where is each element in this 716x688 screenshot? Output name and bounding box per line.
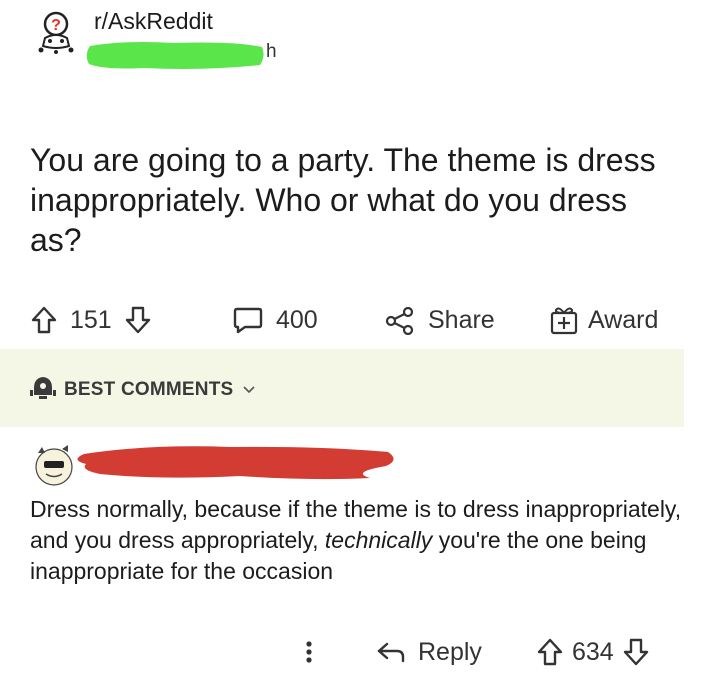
post-action-bar: 151 400 Share Award: [0, 298, 716, 342]
rocket-icon: [30, 375, 56, 404]
reply-button[interactable]: Reply: [376, 630, 482, 674]
comment-action-bar: Reply 634: [0, 630, 716, 674]
award-label: Award: [588, 305, 659, 334]
share-button[interactable]: Share: [384, 298, 495, 342]
award-button[interactable]: Award: [548, 298, 658, 342]
sort-comments-bar[interactable]: BEST COMMENTS: [0, 349, 684, 427]
upvote-arrow-icon[interactable]: [30, 305, 58, 335]
downvote-arrow-icon[interactable]: [124, 305, 152, 335]
redacted-commenter-name: [70, 438, 400, 484]
vote-group: 151: [30, 298, 152, 342]
post-title[interactable]: You are going to a party. The theme is d…: [30, 140, 670, 260]
reply-label: Reply: [418, 637, 482, 666]
downvote-arrow-icon[interactable]: [622, 637, 650, 667]
subreddit-name[interactable]: r/AskReddit: [94, 8, 213, 35]
comment-vote-group: 634: [536, 630, 650, 674]
comment-emphasis: technically: [324, 527, 433, 553]
sort-label: BEST COMMENTS: [64, 378, 234, 400]
more-options-button[interactable]: [302, 630, 316, 674]
comment-body: Dress normally, because if the theme is …: [30, 494, 690, 587]
comment-vote-count: 634: [572, 637, 614, 666]
svg-text:?: ?: [51, 17, 61, 34]
share-label: Share: [428, 305, 495, 334]
upvote-count: 151: [70, 305, 112, 334]
subreddit-avatar-icon[interactable]: ?: [34, 10, 80, 56]
gift-icon: [548, 304, 580, 336]
redacted-username: [84, 38, 266, 72]
comment-count: 400: [276, 305, 318, 334]
vertical-dots-icon: [302, 638, 316, 666]
share-icon: [384, 305, 416, 335]
chevron-down-icon: [243, 381, 255, 399]
comments-button[interactable]: 400: [232, 298, 318, 342]
upvote-arrow-icon[interactable]: [536, 637, 564, 667]
comment-bubble-icon: [232, 305, 264, 335]
post-time: h: [266, 41, 277, 62]
reply-arrow-icon: [376, 639, 406, 665]
